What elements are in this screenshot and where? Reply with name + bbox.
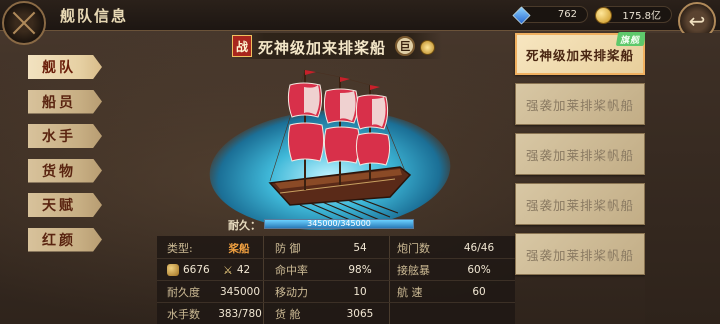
speed-label: 航 速 bbox=[397, 286, 423, 299]
tab-fleet[interactable]: 舰队 bbox=[28, 55, 102, 79]
row-divider bbox=[157, 280, 515, 281]
fleet-ship-card[interactable]: 强袭加莱排桨帆船 bbox=[515, 233, 645, 275]
boarding-value: 60% bbox=[467, 264, 491, 276]
mobility-label: 移动力 bbox=[275, 286, 308, 299]
battle-tag: 战 bbox=[232, 35, 252, 57]
defense-label: 防 御 bbox=[275, 242, 301, 255]
boarding-label: 接舷暴 bbox=[397, 264, 430, 277]
fleet-ship-name: 强袭加莱排桨帆船 bbox=[525, 97, 634, 113]
fleet-ship-card[interactable]: 强袭加莱排桨帆船 bbox=[515, 183, 645, 225]
tab-label: 舰队 bbox=[42, 60, 76, 76]
durability-label: 耐久： bbox=[228, 219, 261, 232]
gold-amount: 175.8亿 bbox=[622, 11, 661, 22]
fleet-ship-card[interactable]: 强袭加莱排桨帆船 bbox=[515, 133, 645, 175]
back-arrow-icon: ↩ bbox=[688, 9, 706, 33]
stat-row: 水手数 383/780 货 舱 3065 bbox=[157, 304, 515, 324]
tab-crew[interactable]: 船员 bbox=[28, 89, 102, 114]
fleet-ship-card[interactable]: 强袭加莱排桨帆船 bbox=[515, 83, 645, 125]
gunports-label: 炮门数 bbox=[397, 242, 430, 255]
cannon-icon bbox=[167, 264, 179, 276]
tab-talent[interactable]: 天赋 bbox=[28, 193, 102, 217]
defense-value: 54 bbox=[353, 242, 367, 254]
durability-bar: 345000/345000 bbox=[264, 219, 414, 229]
type-label: 类型: bbox=[167, 242, 193, 255]
sailors-label: 水手数 bbox=[167, 308, 200, 321]
side-tabs: 舰队 船员 水手 货物 天赋 红颜 bbox=[28, 55, 102, 262]
fleet-list: 旗舰 死神级加来排桨船 强袭加莱排桨帆船 强袭加莱排桨帆船 强袭加莱排桨帆船 强… bbox=[515, 32, 647, 283]
fleet-ship-name: 强袭加莱排桨帆船 bbox=[525, 247, 634, 263]
type-value: 桨船 bbox=[228, 242, 250, 255]
stat-row: 耐久度 345000 移动力 10 航 速 60 bbox=[157, 282, 515, 302]
gem-counter: 762 bbox=[512, 6, 588, 25]
tab-cargo[interactable]: 货物 bbox=[28, 158, 102, 183]
fleet-ship-name: 强袭加莱排桨帆船 bbox=[525, 147, 634, 163]
stats-panel: 类型: 桨船 防 御 54 炮门数 46/46 6676 ⚔ 42 命中率 98… bbox=[157, 236, 515, 324]
speed-value: 60 bbox=[472, 286, 486, 298]
swap-ship-icon[interactable] bbox=[420, 40, 435, 55]
attack-value: 42 bbox=[236, 264, 251, 276]
durability-stat-value: 345000 bbox=[219, 286, 261, 298]
attack-stat: ⚔ 42 bbox=[223, 260, 263, 280]
stat-row: 6676 ⚔ 42 命中率 98% 接舷暴 60% bbox=[157, 260, 515, 280]
fleet-ship-name: 强袭加莱排桨帆船 bbox=[525, 197, 634, 213]
fleet-ship-card[interactable]: 旗舰 死神级加来排桨船 bbox=[515, 32, 647, 75]
mobility-value: 10 bbox=[353, 286, 367, 298]
tab-sailors[interactable]: 水手 bbox=[28, 124, 102, 148]
cannon-stat: 6676 bbox=[167, 260, 217, 280]
row-divider bbox=[157, 302, 515, 303]
cannon-value: 6676 bbox=[183, 264, 210, 276]
gunports-value: 46/46 bbox=[463, 242, 495, 254]
gold-counter: 175.8亿 bbox=[595, 6, 672, 24]
coin-icon bbox=[595, 7, 612, 24]
right-side-panel bbox=[645, 33, 720, 324]
cargo-label: 货 舱 bbox=[275, 308, 301, 321]
tab-label: 船员 bbox=[42, 94, 76, 111]
cargo-value: 3065 bbox=[346, 308, 374, 320]
tab-label: 红颜 bbox=[42, 232, 76, 249]
fleet-ship-name: 死神级加来排桨船 bbox=[525, 47, 634, 63]
tab-label: 货物 bbox=[42, 163, 76, 180]
durability-stat-label: 耐久度 bbox=[167, 286, 200, 299]
page-title: 舰队信息 bbox=[60, 7, 129, 25]
ship-illustration bbox=[268, 69, 412, 228]
ship-display bbox=[200, 55, 460, 235]
tab-beauty[interactable]: 红颜 bbox=[28, 227, 102, 252]
gem-amount: 762 bbox=[557, 9, 577, 20]
tab-label: 水手 bbox=[42, 129, 76, 145]
stat-row: 类型: 桨船 防 御 54 炮门数 46/46 bbox=[157, 238, 515, 258]
hit-value: 98% bbox=[348, 264, 372, 276]
size-tag: 巨 bbox=[395, 36, 415, 56]
ship-wheel-icon bbox=[2, 1, 46, 45]
crossed-swords-icon: ⚔ bbox=[223, 264, 233, 277]
row-divider bbox=[157, 258, 515, 259]
durability-text: 345000/345000 bbox=[307, 219, 371, 228]
hit-label: 命中率 bbox=[275, 264, 308, 277]
sailors-value: 383/780 bbox=[218, 308, 262, 320]
tab-label: 天赋 bbox=[42, 198, 76, 214]
